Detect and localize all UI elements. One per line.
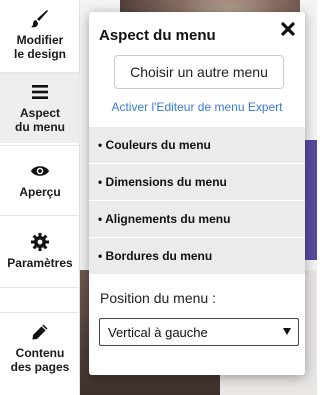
sidebar-item-label: Aspect du menu (15, 106, 65, 134)
section-bordures[interactable]: • Bordures du menu (89, 238, 305, 274)
expert-editor-link[interactable]: Activer l'Editeur de menu Expert (89, 100, 305, 114)
choose-menu-button[interactable]: Choisir un autre menu (114, 55, 284, 89)
close-button[interactable] (277, 20, 299, 42)
sidebar-item-parametres[interactable]: Paramètres (0, 216, 80, 286)
editor-sidebar: Modifier le design Aspect du menu Aperçu (0, 0, 80, 395)
close-icon (281, 21, 295, 41)
section-alignements[interactable]: • Alignements du menu (89, 201, 305, 237)
panel-title: Aspect du menu (99, 27, 216, 44)
section-couleurs[interactable]: • Couleurs du menu (89, 127, 305, 163)
sidebar-item-label: Aperçu (19, 185, 61, 199)
gear-icon (30, 232, 50, 252)
eye-icon (30, 161, 50, 181)
preview-accent-bar (305, 140, 317, 260)
position-label: Position du menu : (100, 290, 216, 306)
brush-icon (30, 9, 50, 29)
pencil-icon (30, 322, 50, 342)
sidebar-item-aspect-menu[interactable]: Aspect du menu (0, 73, 80, 143)
menu-icon (30, 82, 50, 102)
sidebar-item-modifier-design[interactable]: Modifier le design (0, 0, 80, 70)
menu-aspect-panel: Aspect du menu Choisir un autre menu Act… (89, 12, 305, 375)
position-select[interactable]: Vertical à gauche (99, 318, 299, 346)
sidebar-item-label: Modifier le design (13, 33, 66, 61)
sidebar-item-apercu[interactable]: Aperçu (0, 146, 80, 214)
sidebar-item-label: Paramètres (7, 256, 73, 270)
sidebar-item-label: Contenu des pages (10, 346, 70, 374)
position-select-value: Vertical à gauche (108, 324, 208, 340)
chevron-down-icon (283, 328, 291, 335)
section-dimensions[interactable]: • Dimensions du menu (89, 164, 305, 200)
sidebar-divider (0, 287, 80, 288)
sidebar-item-contenu-pages[interactable]: Contenu des pages (0, 313, 80, 383)
